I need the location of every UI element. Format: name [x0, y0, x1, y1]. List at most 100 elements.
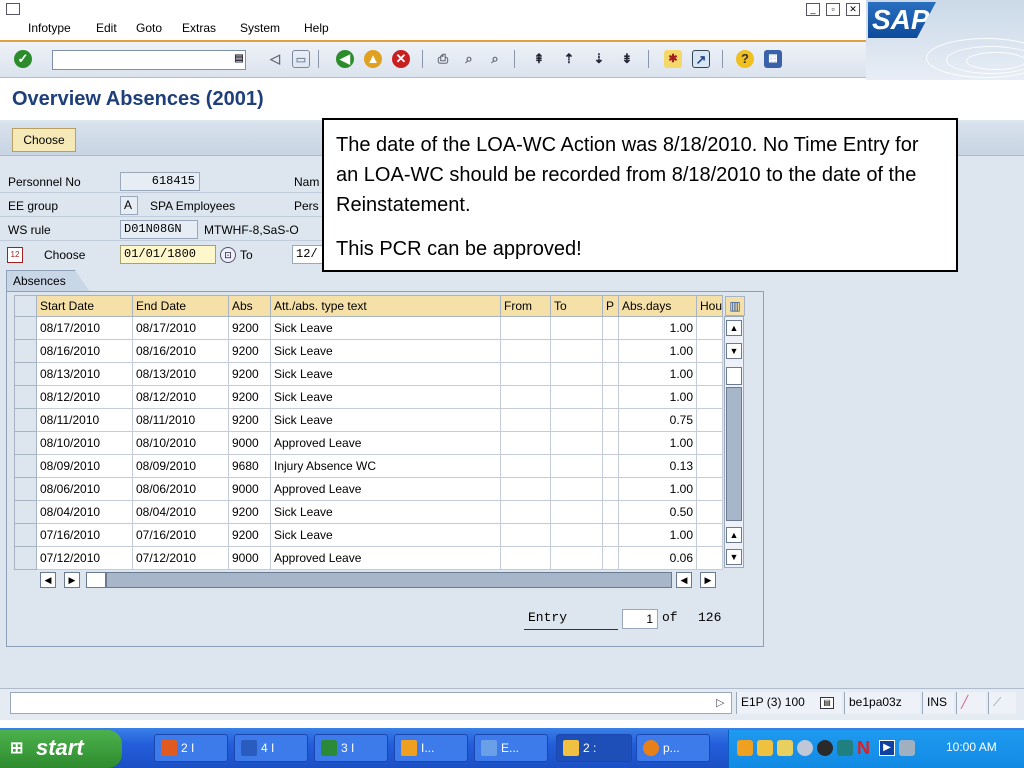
- calendar-icon[interactable]: 12: [7, 247, 23, 263]
- menu-system[interactable]: System: [240, 21, 280, 35]
- layout-menu-icon[interactable]: ▦: [764, 50, 782, 68]
- taskbar-task-7[interactable]: p...: [636, 734, 710, 762]
- last-page-icon[interactable]: ⇟: [618, 50, 636, 68]
- status-message-area[interactable]: [10, 692, 732, 714]
- page-right-icon[interactable]: ▶: [700, 572, 716, 588]
- system-menu-icon[interactable]: [6, 3, 20, 15]
- cancel-icon[interactable]: ✕: [392, 50, 410, 68]
- row-selector[interactable]: [14, 431, 37, 455]
- menu-help[interactable]: Help: [304, 21, 329, 35]
- tray-monitor-icon[interactable]: [837, 740, 853, 756]
- row-selector[interactable]: [14, 546, 37, 570]
- col-type-text[interactable]: Att./abs. type text: [270, 295, 501, 317]
- horizontal-scrollbar[interactable]: ◀ ▶ ◀ ▶: [36, 571, 720, 589]
- col-abs-days[interactable]: Abs.days: [618, 295, 697, 317]
- next-page-icon[interactable]: ⇣: [590, 50, 608, 68]
- tray-speaker-icon[interactable]: [797, 740, 813, 756]
- taskbar-task-5[interactable]: E...: [474, 734, 548, 762]
- hscroll-thumb[interactable]: [86, 572, 106, 588]
- page-up-icon[interactable]: ▲: [726, 527, 742, 543]
- table-row[interactable]: 07/16/2010 07/16/2010 9200 Sick Leave 1.00: [14, 523, 724, 547]
- tray-n-icon[interactable]: N: [857, 738, 875, 758]
- row-selector[interactable]: [14, 523, 37, 547]
- status-expand-icon[interactable]: ▷: [716, 696, 724, 709]
- row-selector[interactable]: [14, 362, 37, 386]
- find-icon[interactable]: ⌕: [460, 50, 478, 68]
- period-select-icon[interactable]: ⊡: [220, 247, 236, 263]
- table-row[interactable]: 08/10/2010 08/10/2010 9000 Approved Leave 1.…: [14, 431, 724, 455]
- row-selector[interactable]: [14, 454, 37, 478]
- hscroll-track[interactable]: [106, 572, 672, 588]
- scroll-left-icon[interactable]: ◀: [40, 572, 56, 588]
- start-button[interactable]: ⊞ start: [0, 730, 122, 768]
- session-list-icon[interactable]: ▤: [820, 697, 834, 709]
- tray-printer-icon[interactable]: [899, 740, 915, 756]
- menu-extras[interactable]: Extras: [182, 21, 216, 35]
- row-selector[interactable]: [14, 477, 37, 501]
- page-down-icon[interactable]: ▼: [726, 549, 742, 565]
- column-settings-icon[interactable]: ▥: [725, 296, 745, 316]
- table-row[interactable]: 08/12/2010 08/12/2010 9200 Sick Leave 1.00: [14, 385, 724, 409]
- scroll-right-icon[interactable]: ▶: [64, 572, 80, 588]
- table-row[interactable]: 08/17/2010 08/17/2010 9200 Sick Leave 1.00: [14, 316, 724, 340]
- vertical-scrollbar[interactable]: ▲ ▼ ▲ ▼: [724, 316, 744, 568]
- print-icon[interactable]: ⎙: [434, 50, 452, 68]
- menu-goto[interactable]: Goto: [136, 21, 162, 35]
- col-end-date[interactable]: End Date: [132, 295, 229, 317]
- back-arrow-icon[interactable]: ◁: [266, 50, 284, 68]
- table-row[interactable]: 08/04/2010 08/04/2010 9200 Sick Leave 0.50: [14, 500, 724, 524]
- table-row[interactable]: 07/12/2010 07/12/2010 9000 Approved Leave 0.…: [14, 546, 724, 570]
- tray-network-icon[interactable]: [777, 740, 793, 756]
- taskbar-task-2[interactable]: 4 I: [234, 734, 308, 762]
- table-row[interactable]: 08/06/2010 08/06/2010 9000 Approved Leave 1.…: [14, 477, 724, 501]
- command-history-icon[interactable]: ▤: [230, 50, 248, 68]
- close-icon[interactable]: ✕: [846, 3, 860, 16]
- menu-edit[interactable]: Edit: [96, 21, 117, 35]
- row-selector[interactable]: [14, 500, 37, 524]
- taskbar-task-3[interactable]: 3 I: [314, 734, 388, 762]
- previous-page-icon[interactable]: ⇡: [560, 50, 578, 68]
- find-next-icon[interactable]: ⌕: [486, 50, 504, 68]
- row-selector[interactable]: [14, 339, 37, 363]
- resize-grip-icon[interactable]: ⟋: [988, 692, 1016, 714]
- exit-icon[interactable]: ▲: [364, 50, 382, 68]
- table-row[interactable]: 08/09/2010 08/09/2010 9680 Injury Absence W…: [14, 454, 724, 478]
- page-left-icon[interactable]: ◀: [676, 572, 692, 588]
- row-selector[interactable]: [14, 316, 37, 340]
- entry-field[interactable]: 1: [622, 609, 658, 629]
- scroll-track[interactable]: [726, 387, 742, 521]
- col-hours[interactable]: Hou: [695, 295, 724, 317]
- date-from-field[interactable]: 01/01/1800: [120, 245, 216, 264]
- create-session-icon[interactable]: ✱: [664, 50, 682, 68]
- taskbar-task-4[interactable]: I...: [394, 734, 468, 762]
- scroll-thumb[interactable]: [726, 367, 742, 385]
- maximize-icon[interactable]: ▫: [826, 3, 840, 16]
- select-all-cell[interactable]: [14, 295, 37, 317]
- save-icon[interactable]: ▭: [292, 50, 310, 68]
- scroll-up-icon[interactable]: ▲: [726, 320, 742, 336]
- tray-folder-icon[interactable]: [757, 740, 773, 756]
- tray-clock-icon[interactable]: [737, 740, 753, 756]
- enter-icon[interactable]: ✓: [14, 50, 32, 68]
- row-selector[interactable]: [14, 385, 37, 409]
- shortcut-icon[interactable]: ↗: [692, 50, 710, 68]
- table-row[interactable]: 08/11/2010 08/11/2010 9200 Sick Leave 0.75: [14, 408, 724, 432]
- menu-infotype[interactable]: Infotype: [28, 21, 71, 35]
- col-to[interactable]: To: [550, 295, 603, 317]
- row-selector[interactable]: [14, 408, 37, 432]
- taskbar-task-6[interactable]: 2 :: [556, 734, 632, 762]
- first-page-icon[interactable]: ⇞: [530, 50, 548, 68]
- scroll-down-icon[interactable]: ▼: [726, 343, 742, 359]
- table-row[interactable]: 08/13/2010 08/13/2010 9200 Sick Leave 1.00: [14, 362, 724, 386]
- col-abs[interactable]: Abs: [228, 295, 271, 317]
- choose-button[interactable]: Choose: [12, 128, 76, 152]
- taskbar-task-1[interactable]: 2 I: [154, 734, 228, 762]
- tray-play-icon[interactable]: ▶: [879, 740, 895, 756]
- col-p[interactable]: P: [602, 295, 619, 317]
- col-from[interactable]: From: [500, 295, 551, 317]
- tray-messenger-icon[interactable]: [817, 740, 833, 756]
- table-row[interactable]: 08/16/2010 08/16/2010 9200 Sick Leave 1.00: [14, 339, 724, 363]
- col-start-date[interactable]: Start Date: [36, 295, 133, 317]
- command-field[interactable]: [52, 50, 246, 70]
- help-icon[interactable]: ?: [736, 50, 754, 68]
